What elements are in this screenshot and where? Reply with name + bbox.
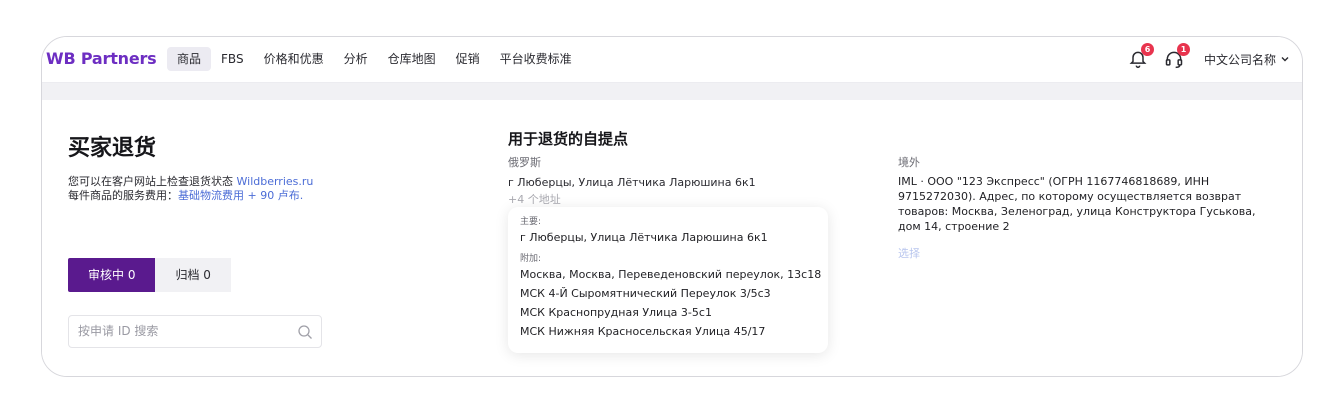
tab-archive[interactable]: 归档 0 — [155, 258, 231, 292]
page-title: 买家退货 — [68, 136, 157, 161]
info-text: 您可以在客户网站上检查退货状态 Wildberries.ru 每件商品的服务费用… — [68, 175, 313, 203]
extra-address: МСК Нижняя Красносельская Улица 45/17 — [520, 325, 766, 338]
support-button[interactable]: 1 — [1164, 43, 1190, 69]
nav-promotions[interactable]: 促销 — [446, 47, 490, 71]
pickup-section-title: 用于退货的自提点 — [508, 130, 629, 148]
company-selector[interactable]: 中文公司名称 — [1204, 51, 1290, 68]
logo[interactable]: WB Partners — [46, 49, 157, 68]
main-address: г Люберцы, Улица Лётчика Ларюшина 6к1 — [520, 231, 768, 244]
service-fee-text: 每件商品的服务费用： — [68, 189, 178, 202]
support-badge: 1 — [1176, 43, 1190, 56]
extra-address: МСК Краснопрудная Улица 3-5с1 — [520, 306, 712, 319]
wildberries-link[interactable]: Wildberries.ru — [237, 175, 314, 188]
app-window: WB Partners 商品 FBS 价格和优惠 分析 仓库地图 促销 平台收费… — [41, 36, 1303, 377]
main-nav: 商品 FBS 价格和优惠 分析 仓库地图 促销 平台收费标准 — [167, 47, 582, 71]
nav-analytics[interactable]: 分析 — [334, 47, 378, 71]
logistics-fee-link[interactable]: 基础物流费用 + 90 卢布. — [178, 189, 303, 202]
search-input[interactable] — [78, 324, 278, 338]
nav-fbs[interactable]: FBS — [211, 47, 254, 71]
nav-fees[interactable]: 平台收费标准 — [490, 47, 582, 71]
search-icon[interactable] — [297, 324, 313, 340]
notifications-button[interactable]: 6 — [1128, 43, 1154, 69]
extra-address: Москва, Москва, Переведеновский переулок… — [520, 268, 822, 281]
extra-address: МСК 4-Й Сыромятнический Переулок 3/5с3 — [520, 287, 771, 300]
search-field — [68, 315, 322, 348]
nav-products[interactable]: 商品 — [167, 47, 212, 71]
abroad-address-text: IML · ООО "123 Экспресс" (ОГРН 116774681… — [898, 175, 1256, 233]
choose-button[interactable]: 选择 — [898, 245, 920, 261]
abroad-label: 境外 — [898, 156, 920, 169]
nav-warehouse-map[interactable]: 仓库地图 — [378, 47, 446, 71]
russia-address: г Люберцы, Улица Лётчика Ларюшина 6к1 — [508, 176, 756, 189]
header-actions: 6 1 中文公司名称 — [1128, 43, 1290, 69]
chevron-down-icon — [1281, 57, 1289, 62]
main-content: 买家退货 您可以在客户网站上检查退货状态 Wildberries.ru 每件商品… — [42, 100, 1302, 376]
nav-prices[interactable]: 价格和优惠 — [254, 47, 334, 71]
company-name: 中文公司名称 — [1203, 52, 1276, 67]
returns-tabs: 审核中 0 归档 0 — [68, 258, 231, 292]
tab-under-review[interactable]: 审核中 0 — [68, 258, 156, 292]
header-divider-band — [42, 83, 1302, 100]
addresses-popup: 主要: г Люберцы, Улица Лётчика Ларюшина 6к… — [508, 207, 828, 353]
top-header: WB Partners 商品 FBS 价格和优惠 分析 仓库地图 促销 平台收费… — [42, 37, 1302, 83]
main-address-label: 主要: — [520, 217, 542, 227]
more-addresses-link[interactable]: +4 个地址 — [508, 191, 561, 207]
russia-label: 俄罗斯 — [508, 156, 541, 169]
extra-address-label: 附加: — [520, 254, 542, 264]
notifications-badge: 6 — [1140, 43, 1154, 56]
status-check-text: 您可以在客户网站上检查退货状态 — [68, 175, 237, 188]
